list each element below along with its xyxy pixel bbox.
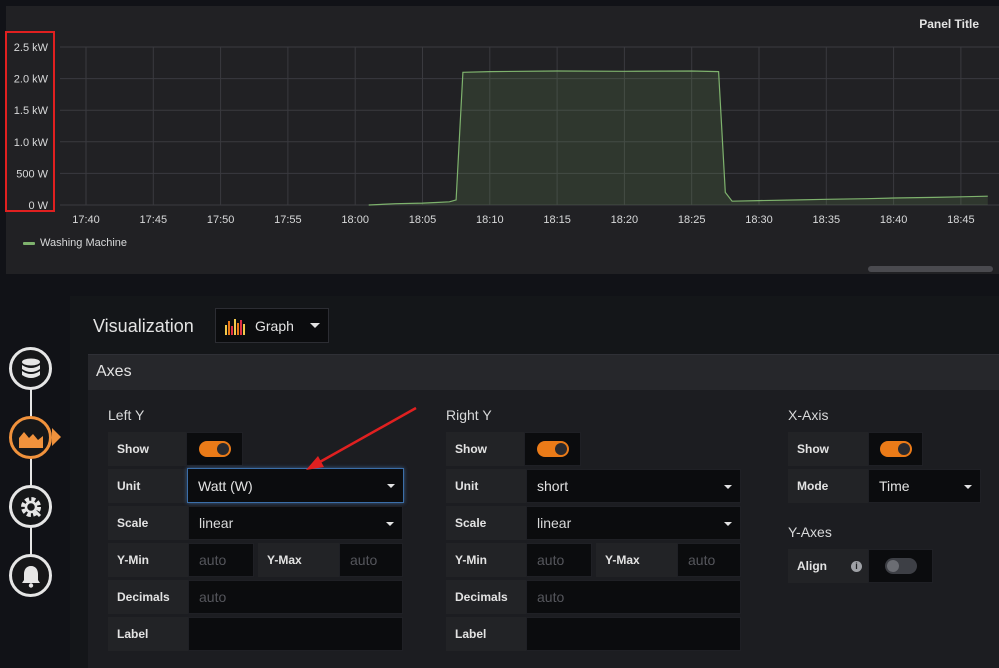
left-y-title: Left Y [108,407,145,423]
chevron-down-icon [310,323,320,328]
chevron-down-icon [724,485,732,489]
left-y-label-input[interactable] [188,617,403,651]
left-y-unit-select[interactable]: Watt (W) [187,468,404,503]
x-axis-mode-select[interactable]: Time [868,469,981,503]
left-y-decimals-label: Decimals [108,580,188,614]
left-y-ymax-input[interactable]: auto [339,543,403,577]
x-tick-label: 18:30 [745,214,773,226]
left-y-decimals-input[interactable]: auto [188,580,403,614]
right-y-show-toggle[interactable] [524,432,581,466]
right-y-scale-label: Scale [446,506,526,540]
x-tick-label: 18:10 [476,214,504,226]
right-y-scale-select[interactable]: linear [526,506,741,540]
right-y-decimals-label: Decimals [446,580,526,614]
x-axis-show-toggle[interactable] [868,432,923,466]
left-y-unit-label: Unit [108,469,186,503]
right-y-unit-label: Unit [446,469,526,503]
y-axes-align-text: Align [797,559,827,573]
chevron-down-icon [387,484,395,488]
right-y-unit-select[interactable]: short [526,469,741,503]
x-tick-label: 18:25 [678,214,706,226]
left-y-ymin-label: Y-Min [108,543,188,577]
left-y-show-label: Show [108,432,186,466]
x-tick-label: 17:45 [140,214,168,226]
horizontal-scrollbar[interactable] [868,266,993,272]
left-y-ymin-input[interactable]: auto [188,543,254,577]
x-axis-title: X-Axis [788,407,829,423]
visualization-tab[interactable] [9,416,52,459]
chevron-down-icon [724,522,732,526]
chart-area: 2.5 kW2.0 kW1.5 kW1.0 kW500 W0 W17:40 17:… [14,42,999,226]
x-tick-label: 18:45 [947,214,975,226]
right-y-title: Right Y [446,407,492,423]
right-y-ymax-label: Y-Max [596,543,677,577]
right-y-ymin-input[interactable]: auto [526,543,592,577]
left-y-scale-label: Scale [108,506,188,540]
right-y-label-label: Label [446,617,526,651]
y-axis-highlight-box [5,31,55,212]
bell-icon [21,565,40,588]
database-icon [21,358,40,378]
right-y-ymin-label: Y-Min [446,543,526,577]
y-axes-align-toggle[interactable] [868,549,933,583]
left-y-scale-value: linear [199,515,234,531]
gear-icon [20,496,41,517]
left-y-unit-value: Watt (W) [198,477,253,494]
graph-type-icon [225,318,245,335]
x-tick-label: 18:35 [813,214,841,226]
right-y-decimals-input[interactable]: auto [526,580,741,614]
x-tick-label: 18:40 [880,214,908,226]
toggle-switch[interactable] [884,558,917,574]
y-axes-align-label: Align i [788,549,868,583]
x-tick-label: 18:05 [409,214,437,226]
chevron-down-icon [386,522,394,526]
left-y-show-toggle[interactable] [186,432,243,466]
alert-tab[interactable] [9,554,52,597]
legend-label: Washing Machine [40,237,128,249]
left-y-scale-select[interactable]: linear [188,506,403,540]
right-y-label-input[interactable] [526,617,741,651]
left-y-ymax-label: Y-Max [258,543,339,577]
toggle-switch[interactable] [536,441,569,457]
visualization-selected: Graph [255,317,294,334]
panel-title[interactable]: Panel Title [919,17,979,31]
right-y-unit-value: short [537,478,569,494]
active-tab-indicator [52,428,61,446]
y-axes-title: Y-Axes [788,524,832,540]
axes-title: Axes [96,363,132,380]
axes-section-header[interactable] [88,354,999,390]
toggle-switch[interactable] [879,441,912,457]
x-axis-show-label: Show [788,432,868,466]
general-settings-tab[interactable] [9,485,52,528]
x-tick-label: 17:50 [207,214,235,226]
queries-tab[interactable] [9,347,52,390]
legend-swatch [23,241,35,245]
right-y-show-label: Show [446,432,524,466]
x-axis-mode-label: Mode [788,469,868,503]
x-axis-mode-value: Time [879,478,910,494]
chevron-down-icon [964,485,972,489]
x-tick-label: 17:40 [72,214,100,226]
x-tick-label: 18:00 [341,214,369,226]
x-tick-label: 17:55 [274,214,302,226]
right-y-scale-value: linear [537,515,572,531]
left-y-label-label: Label [108,617,188,651]
graph-panel: 2.5 kW 2.0 kW 1.5 kW 1.0 kW 500 W0 W 17:40 17:… [6,6,999,274]
sidebar-rail [30,360,32,580]
info-icon[interactable]: i [851,560,862,572]
x-tick-label: 18:20 [611,214,639,226]
chart-icon [18,431,43,448]
x-tick-label: 18:15 [543,214,571,226]
legend-item[interactable]: Washing Machine [23,237,127,249]
visualization-picker[interactable]: Graph [215,308,329,343]
toggle-switch[interactable] [198,441,231,457]
right-y-ymax-input[interactable]: auto [677,543,741,577]
visualization-heading: Visualization [93,316,194,336]
